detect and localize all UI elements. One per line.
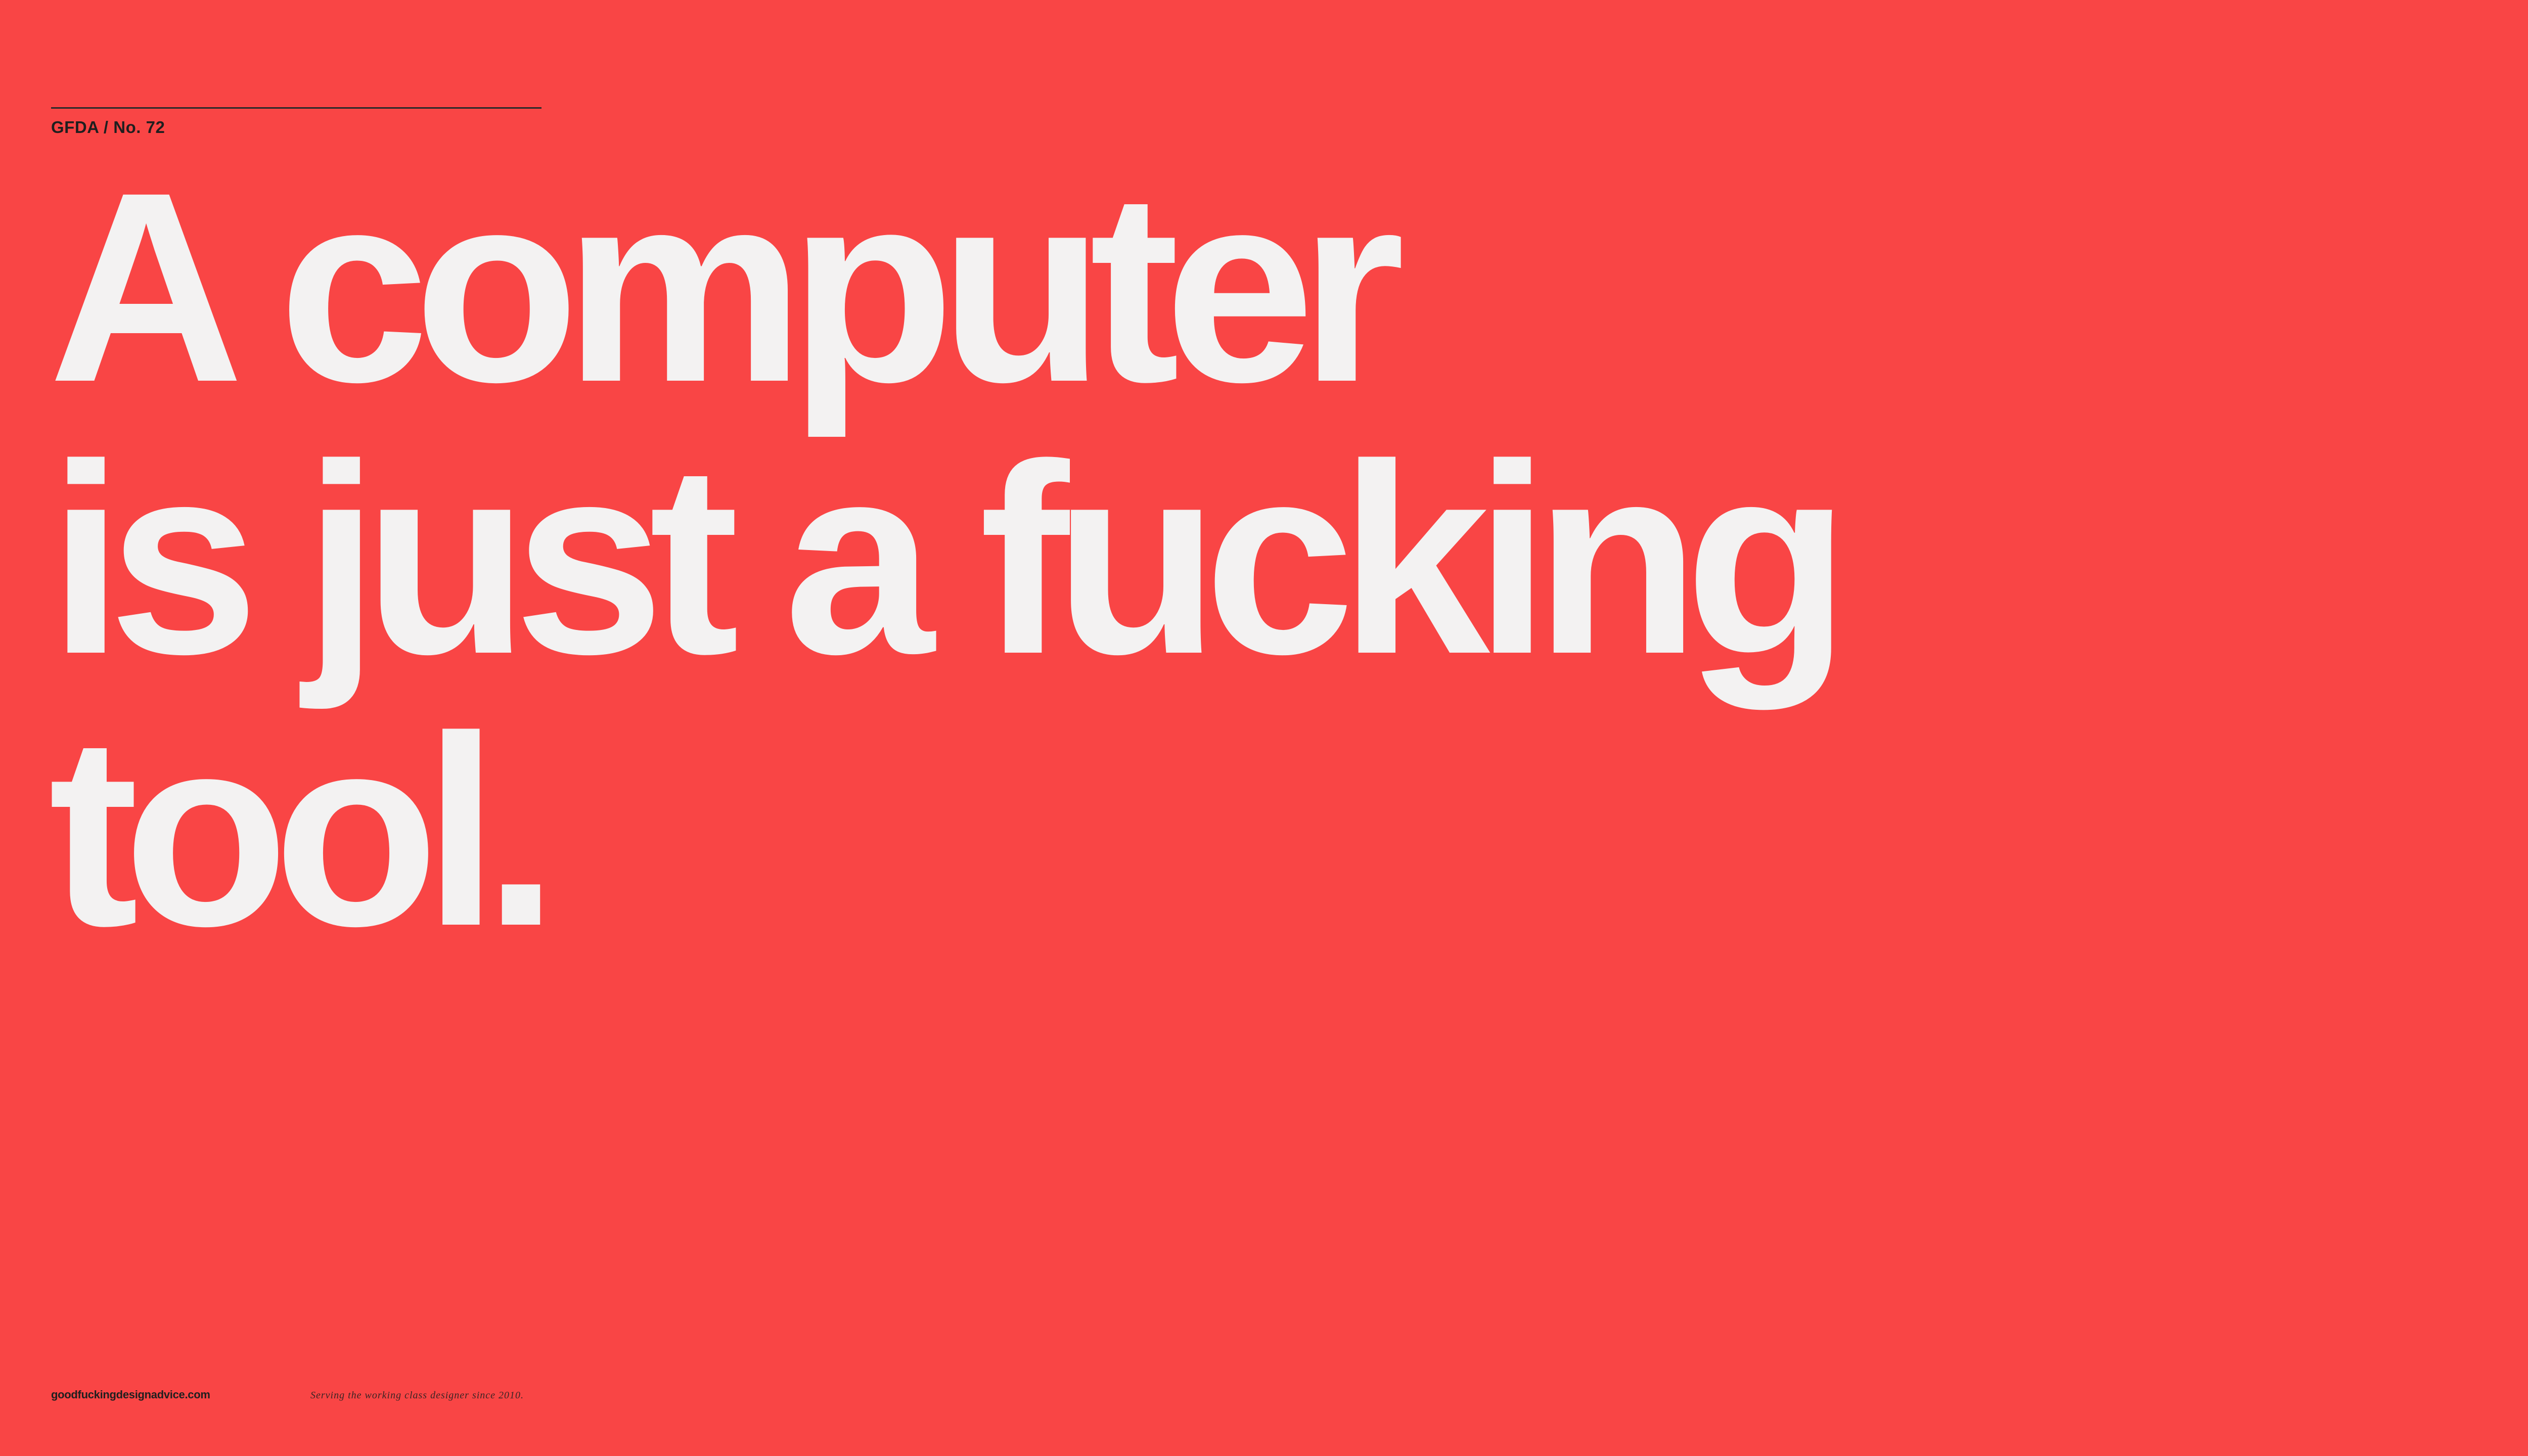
headline: A computer is just a fucking tool.: [49, 152, 2526, 968]
issue-label: GFDA / No. 72: [51, 118, 165, 136]
headline-line-3: tool.: [49, 680, 559, 982]
footer-site-link[interactable]: goodfuckingdesignadvice.com: [51, 1388, 210, 1402]
footer-tagline: Serving the working class designer since…: [310, 1390, 524, 1401]
headline-line-2: is just a fucking: [49, 408, 1850, 710]
headline-line-1: A computer: [49, 136, 1405, 438]
header-divider: [51, 107, 541, 109]
